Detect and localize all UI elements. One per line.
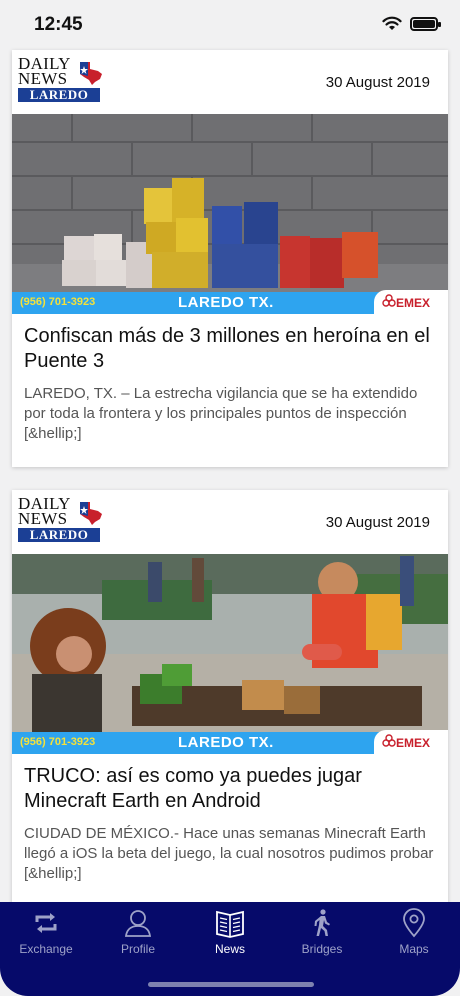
tab-label: Exchange — [19, 942, 73, 956]
wifi-icon — [382, 16, 402, 30]
news-card[interactable]: DAILY NEWS LAREDO 30 August 2019 (956) 7… — [12, 50, 448, 467]
walking-person-icon — [314, 909, 330, 936]
map-pin-icon — [403, 908, 425, 938]
tab-label: Profile — [120, 942, 155, 956]
battery-icon — [410, 16, 441, 31]
status-bar: 12:45 — [0, 0, 460, 44]
emex-flower-icon — [382, 294, 396, 307]
emex-text: EMEX — [396, 296, 431, 310]
tab-exchange[interactable]: Exchange — [0, 908, 92, 964]
emex-flower-icon — [382, 734, 396, 747]
logo-bar-laredo: LAREDO — [18, 528, 100, 542]
tab-label: Maps — [399, 942, 429, 956]
article-date: 30 August 2019 — [325, 74, 430, 91]
daily-news-laredo-logo: DAILY NEWS LAREDO — [18, 55, 108, 108]
heroin-packages-photo — [12, 114, 448, 314]
profile-icon — [124, 910, 152, 937]
article-date: 30 August 2019 — [325, 514, 430, 531]
texas-flag-icon — [80, 502, 102, 525]
tab-label: Bridges — [301, 942, 343, 956]
logo-bar-laredo: LAREDO — [18, 88, 100, 102]
status-icons — [382, 16, 441, 31]
ticker-city: LAREDO TX. — [178, 734, 274, 751]
status-time: 12:45 — [34, 14, 83, 35]
emex-logo: EMEX — [374, 730, 448, 754]
article-image[interactable]: (956) 701-3923 LAREDO TX. EMEX — [12, 554, 448, 754]
card-header: DAILY NEWS LAREDO 30 August 2019 — [12, 50, 448, 114]
tab-bridges[interactable]: Bridges — [276, 908, 368, 964]
emex-logo: EMEX — [374, 290, 448, 314]
article-title[interactable]: Confiscan más de 3 millones en heroína e… — [12, 314, 448, 374]
article-excerpt: LAREDO, TX. – La estrecha vigilancia que… — [24, 385, 418, 442]
minecraft-earth-photo — [12, 554, 448, 754]
emex-text: EMEX — [396, 736, 431, 750]
daily-news-laredo-logo: DAILY NEWS LAREDO — [18, 495, 108, 548]
card-header: DAILY NEWS LAREDO 30 August 2019 — [12, 490, 448, 554]
ticker-phone: (956) 701-3923 — [20, 296, 96, 308]
home-indicator[interactable] — [148, 982, 314, 987]
tab-profile[interactable]: Profile — [92, 908, 184, 964]
tab-news[interactable]: News — [184, 908, 276, 964]
ticker-phone: (956) 701-3923 — [20, 736, 96, 748]
news-feed[interactable]: DAILY NEWS LAREDO 30 August 2019 (956) 7… — [0, 44, 460, 902]
exchange-icon — [35, 913, 57, 933]
article-excerpt: CIUDAD DE MÉXICO.- Hace unas semanas Min… — [24, 825, 434, 882]
tab-label: News — [214, 942, 245, 956]
news-card[interactable]: DAILY NEWS LAREDO 30 August 2019 (956) 7… — [12, 490, 448, 902]
texas-flag-icon — [80, 62, 102, 85]
ticker-city: LAREDO TX. — [178, 294, 274, 311]
article-image[interactable]: (956) 701-3923 LAREDO TX. EMEX — [12, 114, 448, 314]
news-icon — [216, 910, 244, 938]
article-title[interactable]: TRUCO: así es como ya puedes jugar Minec… — [12, 754, 448, 814]
tab-maps[interactable]: Maps — [368, 908, 460, 964]
